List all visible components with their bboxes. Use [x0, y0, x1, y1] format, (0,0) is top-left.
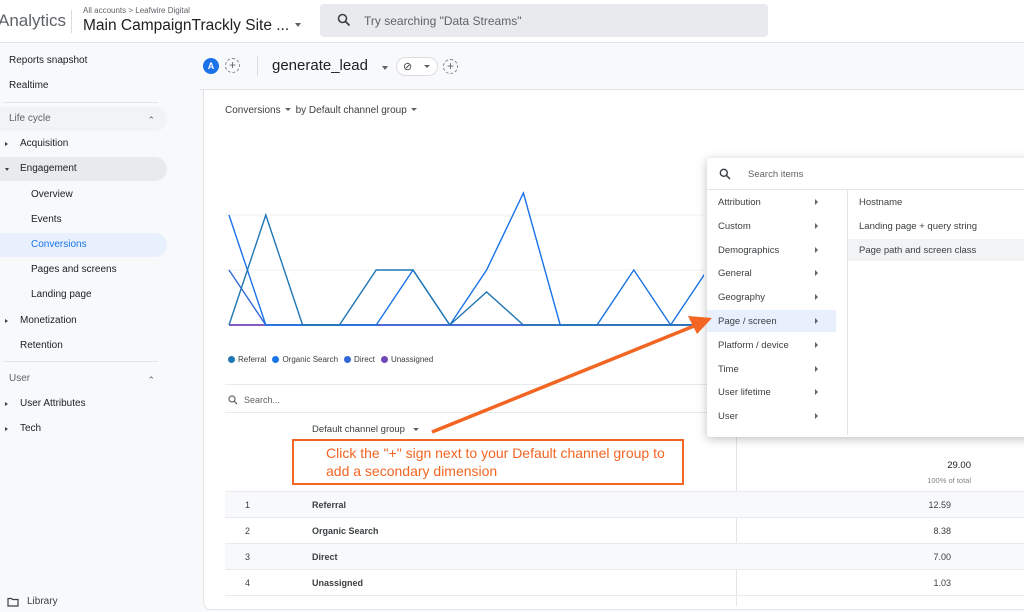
line-chart	[224, 191, 704, 327]
add-filter-button[interactable]: +	[443, 59, 458, 74]
sidebar-item-events[interactable]: Events	[0, 208, 167, 232]
sidebar-item-reports-snapshot[interactable]: Reports snapshot	[0, 49, 167, 73]
comparison-avatar[interactable]: A	[203, 58, 219, 74]
series-line-organic-search[interactable]	[228, 191, 704, 327]
expand-arrow-icon	[5, 427, 8, 431]
dimension-category-item[interactable]: Geography	[707, 286, 836, 308]
chevron-right-icon	[815, 294, 818, 301]
search-icon	[228, 395, 238, 405]
sidebar-item-tech[interactable]: Tech	[0, 417, 167, 441]
table-row[interactable]: 2 Organic Search 8.38	[225, 518, 1024, 544]
legend-item[interactable]: Direct	[344, 355, 375, 364]
divider	[3, 361, 158, 362]
chevron-right-icon	[815, 318, 818, 324]
chevron-right-icon	[815, 246, 818, 253]
dimension-category-item[interactable]: User lifetime	[707, 381, 836, 403]
metric-total: 29.00	[947, 460, 971, 471]
legend-swatch	[272, 356, 280, 363]
filter-chip[interactable]: ⊘	[396, 57, 438, 76]
search-icon	[337, 13, 351, 32]
table-row[interactable]: 3 Direct 7.00	[225, 544, 1024, 570]
check-circle-icon: ⊘	[403, 61, 413, 73]
chevron-down-icon[interactable]	[410, 108, 417, 112]
sidebar-item-monetization[interactable]: Monetization	[0, 309, 167, 333]
chevron-up-icon: ⌃	[147, 115, 155, 125]
plus-icon: +	[228, 58, 236, 72]
plus-icon: +	[446, 59, 454, 73]
sidebar-item-user-attributes[interactable]: User Attributes	[0, 392, 167, 416]
chevron-right-icon	[815, 389, 818, 396]
chevron-down-icon[interactable]	[295, 23, 301, 27]
search-placeholder: Try searching "Data Streams"	[364, 14, 522, 28]
expand-arrow-icon	[5, 142, 8, 146]
dimension-category-item[interactable]: Page / screen	[707, 310, 836, 332]
folder-icon	[7, 597, 19, 607]
sidebar: Reports snapshot Realtime Life cycle ⌃ A…	[0, 44, 200, 612]
table-row[interactable]: 1 Referral 12.59	[225, 492, 1024, 518]
sidebar-item-retention[interactable]: Retention	[0, 334, 167, 358]
sidebar-item-acquisition[interactable]: Acquisition	[0, 132, 167, 156]
add-comparison-button[interactable]: +	[225, 58, 240, 73]
legend-swatch	[228, 356, 235, 363]
chevron-right-icon	[815, 199, 818, 205]
chevron-right-icon	[815, 413, 818, 420]
dimension-column-header[interactable]: Default channel group	[312, 424, 419, 435]
chart-legend: Referral Organic Search Direct Unassigned	[228, 355, 439, 364]
dimension-category-item[interactable]: Custom	[707, 215, 836, 237]
property-selector[interactable]: Main CampaignTrackly Site ...	[83, 17, 289, 35]
secondary-dimension-menu: Search items Attribution Custom Demographi…	[707, 158, 1024, 437]
expand-arrow-icon	[5, 402, 8, 406]
report-toolbar: A + generate_lead ⊘ +	[200, 44, 1024, 90]
section-user[interactable]: User ⌃	[0, 367, 167, 391]
sidebar-item-realtime[interactable]: Realtime	[0, 74, 167, 98]
dimension-search-input[interactable]: Search items	[707, 158, 1024, 190]
dimension-selector[interactable]: by Default channel group	[296, 105, 407, 116]
global-search-input[interactable]: Try searching "Data Streams"	[320, 4, 768, 37]
dimension-option-item[interactable]: Hostname	[848, 191, 1024, 213]
top-bar: Analytics All accounts > Leafwire Digita…	[0, 0, 1024, 43]
chevron-down-icon	[424, 65, 430, 68]
sidebar-item-engagement[interactable]: Engagement	[0, 157, 167, 181]
sidebar-item-conversions[interactable]: Conversions	[0, 233, 167, 257]
chevron-right-icon	[815, 365, 818, 372]
legend-swatch	[344, 356, 352, 363]
chevron-right-icon	[815, 270, 818, 277]
legend-item[interactable]: Referral	[228, 355, 266, 364]
dimension-category-item[interactable]: Attribution	[707, 191, 836, 213]
expand-arrow-icon	[5, 319, 8, 323]
annotation-callout: Click the "+" sign next to your Default …	[292, 439, 684, 485]
sidebar-item-landing-page[interactable]: Landing page	[0, 283, 167, 307]
breadcrumb[interactable]: All accounts > Leafwire Digital	[83, 6, 190, 15]
divider	[71, 10, 72, 33]
chevron-down-icon[interactable]	[412, 427, 419, 431]
legend-item[interactable]: Organic Search	[272, 355, 338, 364]
dimension-category-item[interactable]: Time	[707, 358, 836, 380]
legend-item[interactable]: Unassigned	[380, 355, 433, 364]
legend-swatch	[380, 356, 388, 363]
collapse-arrow-icon	[5, 168, 9, 171]
divider	[257, 56, 258, 76]
sidebar-item-overview[interactable]: Overview	[0, 183, 167, 207]
metric-total-percent: 100% of total	[927, 476, 971, 485]
table-row[interactable]: 4 Unassigned 1.03	[225, 570, 1024, 596]
dimension-option-item[interactable]: Page path and screen class	[848, 238, 1024, 261]
chevron-down-icon[interactable]	[382, 66, 388, 70]
chevron-right-icon	[815, 341, 818, 348]
dimension-category-item[interactable]: Platform / device	[707, 334, 836, 356]
event-selector[interactable]: generate_lead	[272, 57, 368, 74]
card-title: Conversions by Default channel group	[225, 105, 422, 116]
dimension-category-item[interactable]: User	[707, 405, 836, 427]
divider	[3, 102, 158, 103]
dimension-category-item[interactable]: Demographics	[707, 239, 836, 261]
chevron-right-icon	[815, 222, 818, 229]
dimension-option-item[interactable]: Landing page + query string	[848, 215, 1024, 237]
chevron-down-icon[interactable]	[284, 108, 291, 112]
dimension-category-item[interactable]: General	[707, 262, 836, 284]
chevron-up-icon: ⌃	[147, 375, 155, 385]
search-icon	[719, 168, 731, 180]
app-name[interactable]: Analytics	[0, 11, 66, 31]
sidebar-item-pages-and-screens[interactable]: Pages and screens	[0, 258, 167, 282]
section-life-cycle[interactable]: Life cycle ⌃	[0, 107, 167, 131]
metric-selector[interactable]: Conversions	[225, 105, 281, 116]
